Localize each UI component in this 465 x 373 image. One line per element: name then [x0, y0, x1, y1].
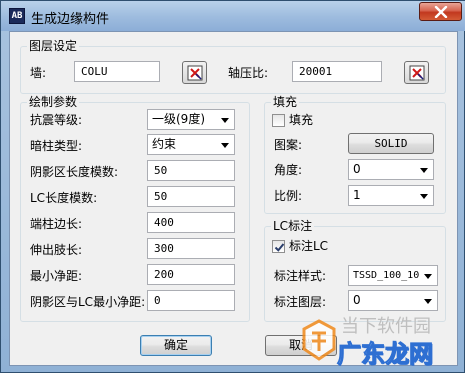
annotation-style-select[interactable]: TSSD_100_10: [348, 265, 438, 286]
drawing-params-title: 绘制参数: [27, 94, 80, 110]
limb-length-input[interactable]: 300: [147, 238, 235, 259]
min-distance-input[interactable]: 200: [147, 264, 235, 285]
layer-settings-title: 图层设定: [27, 38, 80, 54]
angle-label: 角度:: [274, 163, 303, 177]
lc-length-input[interactable]: 50: [147, 186, 235, 207]
ok-button[interactable]: 确定: [140, 335, 212, 356]
scale-label: 比例:: [274, 189, 303, 203]
end-column-label: 端柱边长:: [30, 217, 83, 231]
annotation-layer-select[interactable]: 0: [348, 290, 438, 311]
lc-annotation-title: LC标注: [271, 218, 315, 234]
lc-length-label: LC长度模数:: [30, 191, 98, 205]
axial-ratio-label: 轴压比:: [228, 66, 269, 80]
chevron-down-icon: [420, 194, 428, 199]
axial-ratio-input[interactable]: 20001: [292, 61, 382, 82]
window-title: 生成边缘构件: [31, 12, 110, 27]
wall-pick-button[interactable]: [182, 61, 207, 84]
angle-value: 0: [353, 162, 361, 176]
chevron-down-icon: [424, 299, 432, 304]
pattern-label: 图案:: [274, 138, 303, 152]
fill-group-title: 填充: [271, 94, 300, 110]
scale-select[interactable]: 1: [348, 185, 434, 206]
annotation-style-value: TSSD_100_10: [353, 270, 420, 281]
shade-length-label: 阴影区长度模数:: [30, 165, 119, 179]
seismic-level-select[interactable]: 一级(9度): [147, 109, 235, 130]
limb-length-label: 伸出肢长:: [30, 243, 83, 257]
mark-lc-label[interactable]: 标注LC: [289, 238, 328, 254]
close-icon: [434, 6, 448, 18]
end-column-input[interactable]: 400: [147, 212, 235, 233]
pick-layer-icon: [409, 65, 425, 81]
fill-checkbox[interactable]: [272, 114, 285, 127]
seismic-level-value: 一级(9度): [152, 112, 205, 126]
fill-checkbox-label[interactable]: 填充: [289, 112, 313, 128]
watermark-logo-icon: [302, 319, 336, 361]
hidden-column-select[interactable]: 约束: [147, 134, 235, 155]
checkmark-icon: [274, 243, 285, 252]
wall-label: 墙:: [30, 66, 47, 80]
shade-length-input[interactable]: 50: [147, 160, 235, 181]
min-distance-label: 最小净距:: [30, 269, 83, 283]
wall-input[interactable]: COLU: [74, 61, 160, 82]
chevron-down-icon: [424, 274, 432, 279]
hidden-column-label: 暗柱类型:: [30, 139, 83, 153]
pattern-button[interactable]: SOLID: [348, 133, 434, 154]
mark-lc-checkbox[interactable]: [272, 240, 285, 253]
annotation-layer-value: 0: [353, 293, 361, 307]
dialog-window: AB 生成边缘构件 图层设定 墙: COLU 轴压比: 20001 绘制参数 抗…: [0, 0, 465, 373]
title-bar[interactable]: AB 生成边缘构件: [1, 1, 465, 31]
pick-layer-icon: [187, 65, 203, 81]
watermark-main-text: 广东龙网: [337, 340, 434, 369]
app-icon: AB: [9, 8, 25, 24]
scale-value: 1: [353, 188, 361, 202]
shade-lc-distance-label: 阴影区与LC最小净距:: [30, 295, 146, 309]
shade-lc-distance-input[interactable]: 0: [147, 290, 235, 311]
annotation-style-label: 标注样式:: [274, 269, 327, 283]
close-button[interactable]: [419, 2, 462, 21]
angle-select[interactable]: 0: [348, 159, 434, 180]
seismic-level-label: 抗震等级:: [30, 113, 83, 127]
axial-ratio-pick-button[interactable]: [404, 61, 429, 84]
chevron-down-icon: [221, 143, 229, 148]
annotation-layer-label: 标注图层:: [274, 295, 327, 309]
chevron-down-icon: [221, 118, 229, 123]
chevron-down-icon: [420, 168, 428, 173]
hidden-column-value: 约束: [152, 137, 177, 151]
